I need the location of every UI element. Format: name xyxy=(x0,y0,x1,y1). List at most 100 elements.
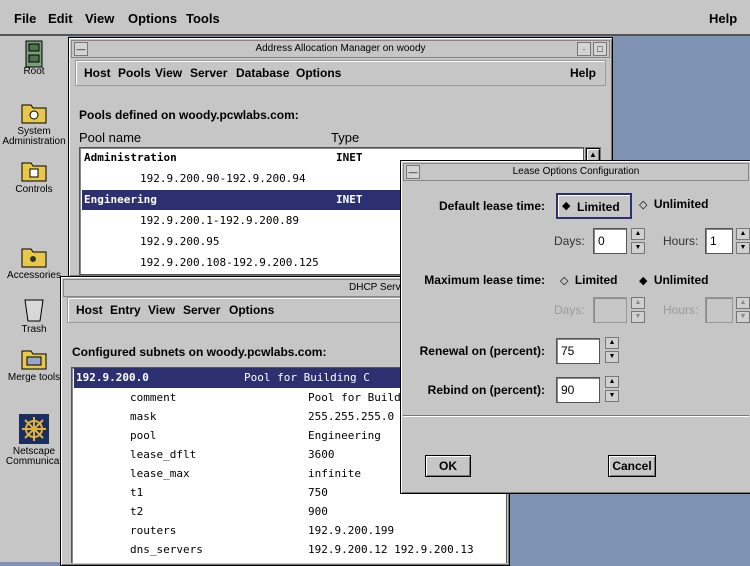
default-hours-field[interactable]: 1 xyxy=(705,228,733,254)
default-limited-radio[interactable]: ◆ Limited xyxy=(556,193,632,219)
address-manager-titlebar[interactable]: — Address Allocation Manager on woody · … xyxy=(71,40,610,58)
rebind-field[interactable]: 90 xyxy=(556,377,600,403)
entry-value: infinite xyxy=(308,467,361,480)
trash-icon[interactable]: Trash xyxy=(0,298,68,335)
max-limited-radio[interactable]: ◇ Limited xyxy=(560,273,617,287)
root-label: Root xyxy=(23,66,45,77)
menu-tools[interactable]: Tools xyxy=(186,11,220,26)
lease-dialog-titlebar[interactable]: — Lease Options Configuration xyxy=(403,163,749,181)
column-type[interactable]: Type xyxy=(331,130,359,145)
entry-value: 900 xyxy=(308,505,328,518)
merge-tools-label: Merge tools xyxy=(7,372,61,383)
menu-file[interactable]: File xyxy=(14,11,36,26)
ships-wheel-icon xyxy=(19,414,49,444)
subnet-entry-row[interactable]: t2 900 xyxy=(74,502,504,521)
folder-icon xyxy=(21,346,47,370)
entry-value: 255.255.255.0 xyxy=(308,410,395,423)
pools-heading: Pools defined on woody.pcwlabs.com: xyxy=(79,108,299,122)
menu-options[interactable]: Options xyxy=(296,66,341,80)
desktop-icon-bar: Root System Administration Controls Acce… xyxy=(0,36,68,562)
renewal-field[interactable]: 75 xyxy=(556,338,600,364)
window-menu-button[interactable]: — xyxy=(74,42,88,56)
menu-options[interactable]: Options xyxy=(128,11,177,26)
default-unlimited-radio[interactable]: ◇ Unlimited xyxy=(639,197,708,211)
subnet-entry-row[interactable]: routers 192.9.200.199 xyxy=(74,521,504,540)
max-hours-field xyxy=(705,297,733,323)
spin-down-icon: ▼ xyxy=(736,311,750,323)
menu-database[interactable]: Database xyxy=(236,66,289,80)
menu-help[interactable]: Help xyxy=(709,11,737,26)
netscape-label: Netscape Communicat xyxy=(5,446,63,467)
subnet-entry-row[interactable]: dns_servers 192.9.200.12 192.9.200.13 xyxy=(74,540,504,559)
window-menu-button[interactable]: — xyxy=(406,165,420,179)
trash-can-icon xyxy=(21,298,47,322)
radio-selected-icon: ◆ xyxy=(639,275,648,287)
accessories-icon[interactable]: Accessories xyxy=(0,244,68,281)
minimize-button[interactable]: · xyxy=(577,42,591,56)
spin-up-icon: ▲ xyxy=(736,297,750,309)
menu-view[interactable]: View xyxy=(148,303,175,317)
spin-up-icon[interactable]: ▲ xyxy=(736,228,750,240)
lease-options-dialog: — Lease Options Configuration Default le… xyxy=(400,160,750,494)
merge-tools-icon[interactable]: Merge tools xyxy=(0,346,68,383)
menu-server[interactable]: Server xyxy=(183,303,220,317)
menu-pools[interactable]: Pools xyxy=(118,66,151,80)
spin-down-icon[interactable]: ▼ xyxy=(736,242,750,254)
spin-up-icon[interactable]: ▲ xyxy=(631,228,645,240)
max-lease-label: Maximum lease time: xyxy=(424,273,545,287)
menu-view[interactable]: View xyxy=(155,66,182,80)
renewal-label: Renewal on (percent): xyxy=(419,344,545,358)
lease-dialog-title: Lease Options Configuration xyxy=(512,166,640,177)
menu-server[interactable]: Server xyxy=(190,66,227,80)
rebind-label: Rebind on (percent): xyxy=(427,383,545,397)
folder-icon xyxy=(21,158,47,182)
menu-entry[interactable]: Entry xyxy=(110,303,141,317)
entry-key: lease_dflt xyxy=(130,448,197,461)
maximize-button[interactable]: □ xyxy=(593,42,607,56)
entry-key: routers xyxy=(130,524,177,537)
menu-view[interactable]: View xyxy=(85,11,114,26)
max-days-field xyxy=(593,297,627,323)
controls-label: Controls xyxy=(15,184,53,195)
entry-value: Pool for Build xyxy=(308,391,401,404)
spin-up-icon[interactable]: ▲ xyxy=(605,337,619,349)
menu-host[interactable]: Host xyxy=(76,303,103,317)
entry-value: 192.9.200.199 xyxy=(308,524,395,537)
root-icon[interactable]: Root xyxy=(0,40,68,77)
entry-value: 750 xyxy=(308,486,328,499)
entry-key: t2 xyxy=(130,505,144,518)
entry-key: dns_servers xyxy=(130,543,203,556)
entry-value: 192.9.200.12 192.9.200.13 xyxy=(308,543,474,556)
menu-options[interactable]: Options xyxy=(229,303,274,317)
entry-key: t1 xyxy=(130,486,144,499)
netscape-icon[interactable]: Netscape Communicat xyxy=(0,414,68,467)
menu-edit[interactable]: Edit xyxy=(48,11,73,26)
hours-label: Hours: xyxy=(663,234,699,248)
entry-value: 3600 xyxy=(308,448,335,461)
default-days-field[interactable]: 0 xyxy=(593,228,627,254)
spin-down-icon[interactable]: ▼ xyxy=(605,351,619,363)
column-pool-name[interactable]: Pool name xyxy=(79,130,141,145)
address-manager-title: Address Allocation Manager on woody xyxy=(255,43,426,54)
cancel-button[interactable]: Cancel xyxy=(608,455,656,477)
dialog-separator xyxy=(403,415,749,417)
spin-up-icon[interactable]: ▲ xyxy=(605,376,619,388)
menu-help[interactable]: Help xyxy=(570,66,596,80)
entry-key: comment xyxy=(130,391,177,404)
entry-key: mask xyxy=(130,410,157,423)
system-administration-label: System Administration xyxy=(2,126,66,147)
system-administration-icon[interactable]: System Administration xyxy=(0,100,68,147)
max-hours-label: Hours: xyxy=(663,303,699,317)
spin-down-icon[interactable]: ▼ xyxy=(605,390,619,402)
folder-icon xyxy=(21,100,47,124)
cabinet-icon xyxy=(21,40,47,68)
controls-icon[interactable]: Controls xyxy=(0,158,68,195)
spin-down-icon: ▼ xyxy=(631,311,645,323)
dhcp-title: DHCP Serve xyxy=(349,282,407,293)
ok-button[interactable]: OK xyxy=(425,455,471,477)
menu-host[interactable]: Host xyxy=(84,66,111,80)
max-unlimited-radio[interactable]: ◆ Unlimited xyxy=(639,273,708,287)
top-menubar: File Edit View Options Tools Help xyxy=(0,0,750,36)
folder-icon xyxy=(21,244,47,268)
spin-down-icon[interactable]: ▼ xyxy=(631,242,645,254)
